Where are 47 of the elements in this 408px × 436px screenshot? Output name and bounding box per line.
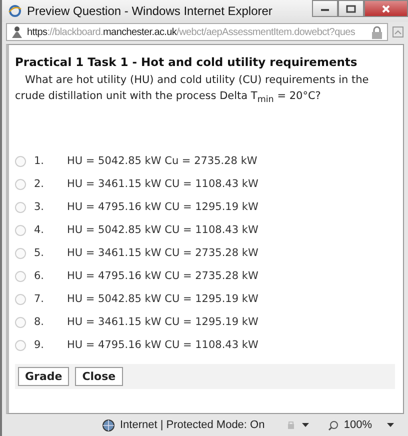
option-number: 5.	[34, 247, 46, 260]
option-text: HU = 4795.16 kW CU = 2735.28 kW	[67, 270, 258, 282]
radio-button[interactable]	[15, 202, 26, 213]
maximize-button[interactable]	[338, 0, 364, 17]
radio-button[interactable]	[15, 224, 26, 236]
globe-icon	[102, 418, 115, 432]
radio-button[interactable]	[15, 248, 26, 259]
question-text: What are hot utility (HU) and cold utility (CU) requirements in the crude distillation unit with the process Delta T$_{min}$ = 20°C?	[15, 73, 370, 108]
option-text: HU = 4795.16 kW CU = 1108.43 kW	[67, 339, 258, 352]
option-number: 3.	[34, 201, 46, 214]
window-title: Preview Question - Windows Internet Explorer	[27, 4, 274, 18]
option-text: HU = 4795.16 kW CU = 1295.19 kW	[67, 201, 258, 214]
option-number: 8.	[34, 316, 46, 328]
zoom-level[interactable]: 100%	[344, 419, 372, 431]
padlock-icon	[371, 26, 383, 38]
zoom-icon[interactable]	[328, 420, 339, 430]
dropdown-icon[interactable]	[387, 422, 394, 428]
option-number: 2.	[34, 178, 46, 190]
radio-button[interactable]	[15, 156, 26, 167]
option-number: 4.	[34, 224, 46, 236]
security-zone: Internet | Protected Mode: On	[120, 419, 266, 431]
option-number: 6.	[34, 270, 46, 282]
close-button[interactable]	[364, 0, 408, 17]
minimize-button[interactable]	[312, 0, 338, 17]
action-button[interactable]: Close	[75, 367, 123, 386]
globe-icon	[8, 4, 22, 18]
radio-button[interactable]	[15, 340, 26, 351]
radio-button[interactable]	[15, 294, 26, 305]
option-text: HU = 3461.15 kW CU = 1295.19 kW	[67, 316, 258, 328]
radio-button[interactable]	[15, 270, 26, 282]
option-text: HU = 3461.15 kW CU = 1108.43 kW	[67, 178, 258, 190]
maximize-icon	[346, 4, 356, 12]
option-number: 1.	[34, 155, 46, 168]
dropdown-icon[interactable]	[302, 422, 309, 428]
option-text: HU = 5042.85 kW Cu = 2735.28 kW	[67, 155, 258, 168]
radio-button[interactable]	[15, 178, 26, 190]
option-number: 7.	[34, 293, 46, 306]
address-field[interactable]: https://blackboard.manchester.ac.uk/webct/aepAssessmentItem.dowebct?ques	[6, 23, 388, 41]
option-number: 9.	[34, 339, 46, 352]
option-text: HU = 5042.85 kW CU = 1108.43 kW	[67, 224, 258, 236]
question-title: Practical 1 Task 1 - Hot and cold utility requirements	[15, 55, 358, 69]
option-text: HU = 5042.85 kW CU = 1295.19 kW	[67, 293, 258, 306]
action-button[interactable]: Grade	[18, 367, 70, 386]
close-icon	[381, 4, 391, 12]
person-icon	[11, 26, 23, 38]
option-text: HU = 3461.15 kW CU = 2735.28 kW	[67, 247, 258, 260]
radio-button[interactable]	[15, 316, 26, 328]
